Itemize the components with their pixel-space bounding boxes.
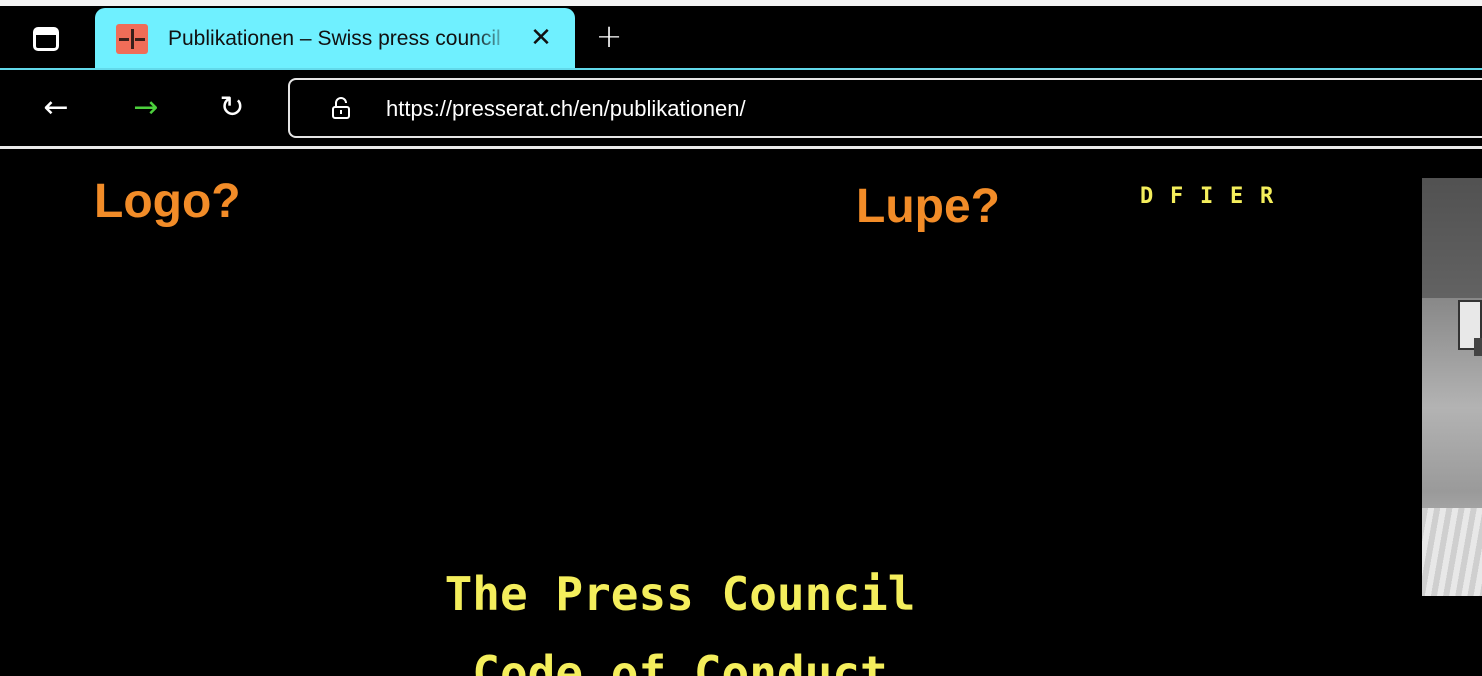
language-link-fr[interactable]: F — [1170, 184, 1200, 210]
new-tab-button[interactable]: + — [593, 20, 625, 52]
heading-press-council[interactable]: The Press Council — [0, 566, 1360, 622]
navigation-bar-divider — [0, 146, 1482, 149]
back-button[interactable]: ← — [36, 88, 76, 128]
hero-photo — [1422, 178, 1482, 596]
close-tab-icon[interactable]: ✕ — [527, 24, 555, 52]
lock-icon[interactable] — [330, 97, 352, 119]
language-switcher: D F I E R — [1140, 184, 1290, 210]
address-bar[interactable]: https://presserat.ch/en/publikationen/ — [288, 78, 1482, 138]
logo-placeholder-annotation: Logo? — [94, 175, 241, 228]
reload-button[interactable]: ↻ — [212, 88, 252, 128]
site-favicon-icon — [116, 24, 148, 54]
forward-button[interactable]: → — [126, 88, 166, 128]
language-link-it[interactable]: I — [1200, 184, 1230, 210]
language-link-de[interactable]: D — [1140, 184, 1170, 210]
search-placeholder-annotation: Lupe? — [856, 180, 1000, 233]
heading-code-of-conduct[interactable]: Code of Conduct — [0, 645, 1360, 676]
tab-title: Publikationen – Swiss press council — [168, 25, 513, 53]
language-link-rm[interactable]: R — [1260, 184, 1290, 210]
active-tab[interactable]: Publikationen – Swiss press council ✕ — [95, 8, 575, 68]
url-text[interactable]: https://presserat.ch/en/publikationen/ — [386, 95, 746, 123]
tab-actions-icon[interactable] — [33, 27, 59, 51]
language-link-en[interactable]: E — [1230, 184, 1260, 210]
